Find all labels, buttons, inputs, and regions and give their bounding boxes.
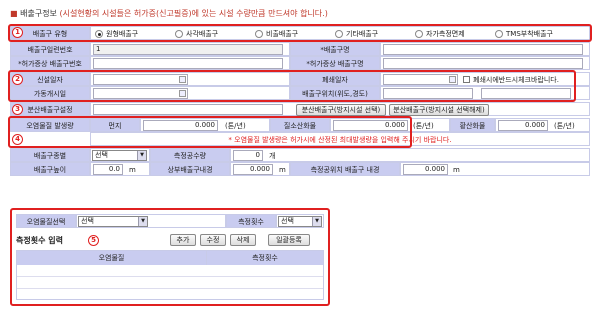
- sox-input[interactable]: 0.000: [498, 120, 548, 131]
- upper-diameter-cell: 0.000 m: [230, 162, 290, 176]
- outlet-serial-row: 배출구일련번호 1 *배출구명: [10, 42, 590, 56]
- measurement-panel: 오염물질선택 선택 ▼ 측정횟수 선택 ▼ 측정횟수 입력 5 추가 수정 삭제…: [10, 208, 330, 306]
- edit-button[interactable]: 수정: [200, 234, 226, 246]
- serial-label: 배출구일련번호: [10, 42, 90, 56]
- measurement-section-title: 측정횟수 입력: [16, 235, 63, 246]
- port-count-label: 측정공수량: [150, 148, 230, 162]
- count-select-label: 측정횟수: [226, 214, 276, 228]
- outlet-class-label: 배출구종별: [10, 148, 90, 162]
- permit-name-cell: [380, 56, 590, 70]
- height-input[interactable]: 0.0: [93, 164, 123, 175]
- highlight-box-2: [8, 70, 576, 102]
- serial-cell: 1: [90, 42, 290, 56]
- sox-cell: 0.000 (톤/년): [495, 118, 590, 132]
- outlet-class-select[interactable]: 선택 ▼: [92, 150, 147, 161]
- height-cell: 0.0 m: [90, 162, 150, 176]
- dispersed-cell: 분산배출구(방지시설 선택) 분산배출구(방지시설 선택해제): [90, 102, 590, 116]
- port-count-cell: 0 개: [230, 148, 590, 162]
- highlight-box-4: [8, 116, 412, 148]
- chevron-down-icon: ▼: [312, 217, 321, 226]
- dispersed-input[interactable]: [93, 104, 283, 115]
- sox-label: 황산화물: [450, 118, 495, 132]
- sox-unit: (톤/년): [554, 122, 575, 130]
- port-count-input[interactable]: 0: [233, 150, 263, 161]
- dimensions-row: 배출구높이 0.0 m 상부배출구내경 0.000 m 측정공위치 배출구 내경…: [10, 162, 590, 176]
- bullet-icon: ■: [10, 9, 18, 18]
- outlet-name-label: *배출구명: [290, 42, 380, 56]
- count-select[interactable]: 선택 ▼: [278, 216, 322, 227]
- port-count-unit: 개: [269, 152, 276, 160]
- section-title: 배출구정보: [20, 9, 57, 18]
- measurement-section-title-text: 측정횟수 입력: [16, 236, 63, 245]
- permit-number-label: *허가증상 배출구번호: [10, 56, 90, 70]
- upper-diameter-input[interactable]: 0.000: [233, 164, 273, 175]
- outlet-name-cell: [380, 42, 590, 56]
- bulk-register-button[interactable]: 일괄등록: [268, 234, 310, 246]
- outlet-name-input[interactable]: [383, 44, 583, 55]
- count-select-cell: 선택 ▼: [276, 214, 324, 228]
- delete-button[interactable]: 삭제: [230, 234, 256, 246]
- upper-diameter-unit: m: [279, 166, 286, 174]
- section-note: (시설현황의 시설들은 허가증(신고필증)에 있는 시설 수량만큼 만드셔야 합…: [59, 9, 328, 18]
- chevron-down-icon: ▼: [137, 151, 146, 160]
- dispersed-deselect-button[interactable]: 분산배출구(방지시설 선택해제): [389, 104, 489, 116]
- table-row[interactable]: [17, 277, 323, 289]
- dispersed-row: 분산배출구설정 분산배출구(방지시설 선택) 분산배출구(방지시설 선택해제): [10, 102, 590, 116]
- marker-1: 1: [12, 27, 23, 38]
- height-label: 배출구높이: [10, 162, 90, 176]
- permit-name-label: *허가증상 배출구명: [290, 56, 380, 70]
- marker-2: 2: [12, 74, 23, 85]
- measurement-filter-row: 오염물질선택 선택 ▼ 측정횟수 선택 ▼: [16, 214, 324, 228]
- height-unit: m: [129, 166, 136, 174]
- marker-5: 5: [88, 235, 99, 246]
- port-diameter-unit: m: [453, 166, 460, 174]
- pollutant-select-value: 선택: [81, 217, 94, 225]
- permit-row: *허가증상 배출구번호 *허가증상 배출구명: [10, 56, 590, 70]
- dispersed-select-button[interactable]: 분산배출구(방지시설 선택): [296, 104, 386, 116]
- outlet-class-select-value: 선택: [95, 151, 108, 159]
- add-button[interactable]: 추가: [170, 234, 196, 246]
- nox-unit: (톤/년): [413, 122, 434, 130]
- upper-diameter-label: 상부배출구내경: [150, 162, 230, 176]
- outlet-class-cell: 선택 ▼: [90, 148, 150, 162]
- table-row[interactable]: [17, 265, 323, 277]
- outlet-class-row: 배출구종별 선택 ▼ 측정공수량 0 개: [10, 148, 590, 162]
- column-header-pollutant: 오염물질: [17, 251, 207, 265]
- section-header: ■ 배출구정보 (시설현황의 시설들은 허가증(신고필증)에 있는 시설 수량만…: [10, 8, 328, 19]
- port-diameter-cell: 0.000 m: [400, 162, 590, 176]
- permit-name-input[interactable]: [383, 58, 583, 69]
- pollutant-select-cell: 선택 ▼: [76, 214, 226, 228]
- marker-3: 3: [12, 104, 23, 115]
- pollutant-select[interactable]: 선택 ▼: [78, 216, 148, 227]
- permit-number-cell: [90, 56, 290, 70]
- chevron-down-icon: ▼: [138, 217, 147, 226]
- count-select-value: 선택: [281, 217, 294, 225]
- permit-number-input[interactable]: [93, 58, 283, 69]
- marker-4: 4: [12, 134, 23, 145]
- pollutant-select-label: 오염물질선택: [16, 214, 76, 228]
- serial-input[interactable]: 1: [93, 44, 283, 55]
- measurement-table: 오염물질 측정횟수: [16, 250, 324, 300]
- highlight-box-1: [8, 24, 592, 42]
- port-diameter-label: 측정공위치 배출구 내경: [290, 162, 400, 176]
- column-header-count: 측정횟수: [207, 251, 323, 265]
- port-diameter-input[interactable]: 0.000: [403, 164, 448, 175]
